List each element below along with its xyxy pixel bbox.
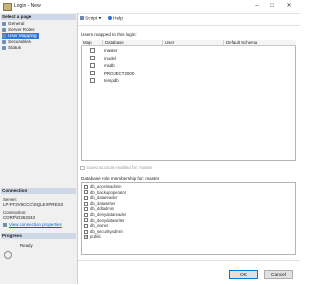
table-row[interactable]: tempdb [82,77,295,84]
left-pane [0,13,78,284]
help-button[interactable]: Help [108,16,123,21]
ok-button[interactable]: OK [229,270,258,279]
page-item-label: Status [8,45,22,50]
guest-account-checkbox[interactable] [80,165,85,171]
users-mapped-label: Users mapped to this login: [81,32,137,37]
map-checkbox[interactable] [90,55,95,61]
map-checkbox[interactable] [90,48,95,53]
database-cell: PROJECT2000 [104,70,135,76]
script-label: Script [85,16,98,22]
column-header-map[interactable]: Map [81,40,103,46]
minimize-icon[interactable]: – [252,2,262,10]
page-icon [2,27,6,32]
help-icon [108,16,112,20]
page-icon [2,39,6,44]
role-checkbox[interactable] [84,229,88,234]
server-value: LP-FF2V9CCC\SQLEXPRESS [3,202,64,207]
table-row[interactable]: PROJECT2000 [82,70,295,77]
role-checkbox[interactable] [84,190,88,195]
table-row[interactable]: master [82,47,295,54]
page-item-label: General [8,21,25,26]
role-checkbox[interactable] [84,224,88,229]
page-item-label: Securables [8,39,31,44]
role-label: db_denydatareader [90,212,127,217]
role-label: db_datawriter [90,200,116,206]
page-item-label: User Mapping [8,33,37,38]
view-connection-link[interactable]: View connection properties [3,222,62,227]
database-cell: master [104,48,118,53]
page-icon [2,21,6,26]
roles-label: Database role membership for: master [81,176,160,181]
connection-value: CORP\O363343 [3,215,35,220]
role-checkbox[interactable] [84,201,88,206]
map-checkbox[interactable] [90,78,95,83]
role-checkbox[interactable] [84,207,88,212]
select-page-header: Select a page [1,14,76,20]
column-header-database[interactable]: Database [103,40,163,46]
table-row[interactable]: msdb [82,62,295,69]
help-label: Help [113,16,123,22]
grid-header: Map Database User Default Schema [81,40,296,46]
role-checkbox[interactable] [84,234,89,240]
page-icon [2,33,6,38]
database-cell: model [104,55,116,61]
script-icon [80,16,84,20]
database-cell: msdb [104,63,115,68]
guest-account-label: Guest account enabled for: master [86,165,153,170]
database-cell: tempdb [104,78,119,83]
role-checkbox[interactable] [84,218,88,223]
view-connection-link-text[interactable]: View connection properties [9,222,62,227]
role-checkbox[interactable] [84,212,88,217]
role-label: db_datareader [90,195,118,201]
progress-header: Progress [1,233,76,239]
script-button[interactable]: Script ▾ [80,16,101,21]
page-icon [2,45,6,50]
page-item-status[interactable]: Status [2,45,21,51]
cancel-button[interactable]: Cancel [264,270,293,279]
title-bar: Login - New – □ ✕ [0,0,300,14]
toolbar-divider [78,25,300,26]
table-row[interactable]: model [82,55,295,62]
chevron-down-icon: ▾ [98,16,102,22]
app-icon [3,3,12,11]
map-checkbox[interactable] [90,70,95,76]
maximize-icon[interactable]: □ [267,2,277,10]
role-label: db_denydatawriter [90,217,125,223]
column-header-default-schema[interactable]: Default Schema [224,40,296,46]
role-item[interactable]: public [84,234,101,240]
role-label: db_accessadmin [90,184,122,189]
close-icon[interactable]: ✕ [284,2,294,10]
window-title: Login - New [14,3,41,9]
role-label: db_securityadmin [90,228,123,234]
role-label: db_ddladmin [90,206,114,212]
progress-status: Ready [20,243,33,248]
role-label: db_backupoperator [90,189,127,195]
connection-header: Connection [1,188,76,194]
role-label: public [90,234,101,240]
page-item-label: Server Roles [8,27,35,32]
properties-icon [3,222,7,227]
guest-account-option: Guest account enabled for: master [80,165,153,171]
map-checkbox[interactable] [90,63,95,68]
progress-spinner-icon [4,251,12,259]
role-checkbox[interactable] [84,196,88,201]
column-header-user[interactable]: User [163,40,224,46]
role-checkbox[interactable] [84,184,88,189]
role-label: db_owner [90,223,109,229]
